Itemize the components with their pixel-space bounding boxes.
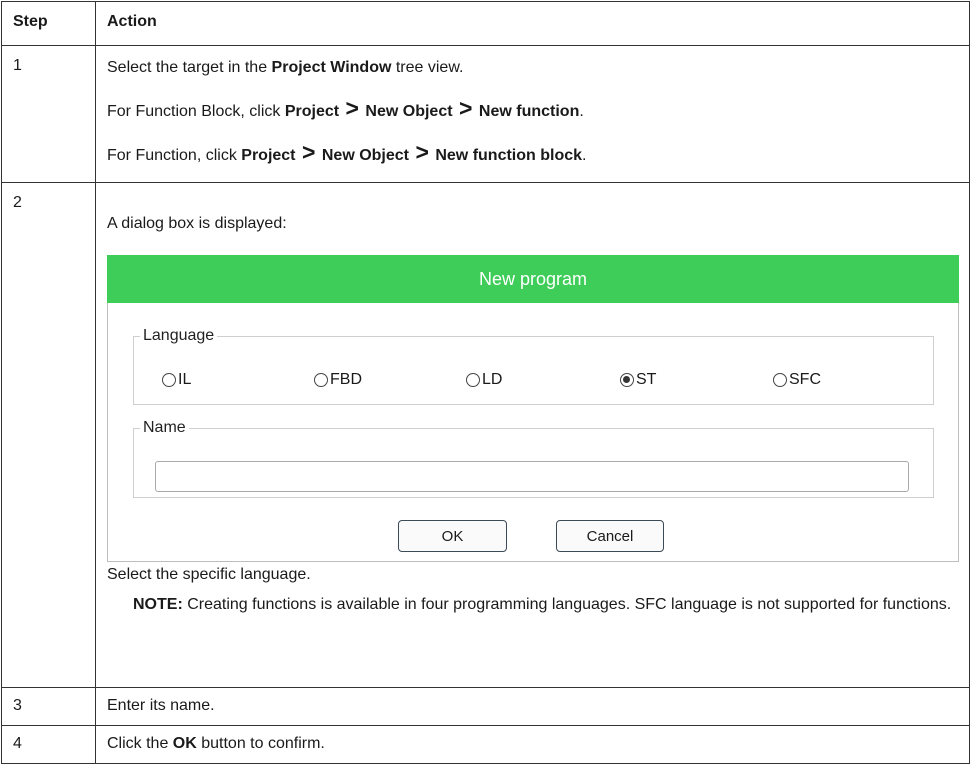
- column-header-action: Action: [95, 1, 970, 46]
- after-dialog-text: Select the specific language.: [107, 566, 311, 583]
- name-legend: Name: [143, 419, 186, 436]
- text: Select the target in the: [107, 59, 272, 76]
- language-legend: Language: [143, 327, 215, 344]
- menu-path-item: New Object: [321, 147, 409, 164]
- radio-st[interactable]: ST: [620, 371, 656, 389]
- step-number: 3: [1, 687, 96, 726]
- text: Click the: [107, 735, 173, 752]
- menu-path-item: New function block: [435, 147, 583, 164]
- table-row: 2 A dialog box is displayed: New program…: [1, 182, 970, 688]
- text: For Function Block, click: [107, 103, 285, 120]
- text: button to confirm.: [196, 735, 325, 752]
- radio-label: SFC: [789, 371, 821, 388]
- dialog-title: New program: [107, 255, 959, 303]
- name-input[interactable]: [155, 461, 909, 492]
- note-text: Creating functions is available in four …: [182, 596, 952, 613]
- radio-circle-icon: [466, 373, 480, 387]
- radio-label: ST: [636, 371, 657, 388]
- radio-label: FBD: [330, 371, 362, 388]
- path-separator: >: [301, 139, 316, 165]
- radio-sfc[interactable]: SFC: [773, 371, 821, 389]
- action-line: For Function, click Project > New Object…: [107, 141, 969, 165]
- menu-path-item: New function: [478, 103, 580, 120]
- action-line: Select the target in the Project Window …: [107, 59, 969, 77]
- radio-circle-icon: [773, 373, 787, 387]
- procedure-table: Step Action 1 Select the target in the P…: [1, 1, 970, 764]
- menu-path-item: Project: [241, 147, 296, 164]
- language-group: Language IL FBD LD ST SFC: [133, 327, 934, 405]
- action-cell: Enter its name.: [95, 687, 970, 726]
- menu-path-item: New Object: [365, 103, 453, 120]
- step-number: 2: [1, 182, 96, 688]
- path-separator: >: [459, 95, 473, 121]
- radio-circle-icon: [162, 373, 176, 387]
- step-number: 1: [1, 45, 96, 183]
- path-separator: >: [415, 139, 429, 165]
- ok-button[interactable]: OK: [398, 520, 507, 552]
- action-cell: A dialog box is displayed: New program L…: [95, 182, 970, 688]
- radio-fbd[interactable]: FBD: [314, 371, 362, 389]
- note: NOTE: Creating functions is available in…: [133, 595, 953, 615]
- table-header-row: Step Action: [1, 1, 970, 46]
- action-line: For Function Block, click Project > New …: [107, 97, 969, 121]
- text: .: [582, 147, 587, 164]
- table-row: 3 Enter its name.: [1, 687, 970, 726]
- text: For Function, click: [107, 147, 242, 164]
- name-group: Name: [133, 419, 934, 498]
- radio-label: LD: [482, 371, 503, 388]
- table-row: 4 Click the OK button to confirm.: [1, 725, 970, 764]
- radio-il[interactable]: IL: [162, 371, 191, 389]
- radio-selected-icon: [620, 373, 634, 387]
- path-separator: >: [345, 95, 359, 121]
- column-header-step: Step: [1, 1, 96, 46]
- action-cell: Select the target in the Project Window …: [95, 45, 970, 183]
- text: tree view.: [391, 59, 464, 76]
- radio-label: IL: [178, 371, 192, 388]
- menu-path-item: Project: [284, 103, 340, 120]
- intro-text: A dialog box is displayed:: [107, 215, 287, 232]
- text: .: [579, 103, 584, 120]
- note-label: NOTE:: [133, 596, 183, 613]
- radio-ld[interactable]: LD: [466, 371, 502, 389]
- action-cell: Click the OK button to confirm.: [95, 725, 970, 764]
- page: Step Action 1 Select the target in the P…: [0, 0, 973, 774]
- step-number: 4: [1, 725, 96, 764]
- ui-label: OK: [172, 735, 197, 752]
- new-program-dialog: New program Language IL FBD LD ST SFC Na…: [107, 255, 959, 562]
- ui-label: Project Window: [271, 59, 392, 76]
- cancel-button[interactable]: Cancel: [556, 520, 664, 552]
- table-row: 1 Select the target in the Project Windo…: [1, 45, 970, 183]
- radio-circle-icon: [314, 373, 328, 387]
